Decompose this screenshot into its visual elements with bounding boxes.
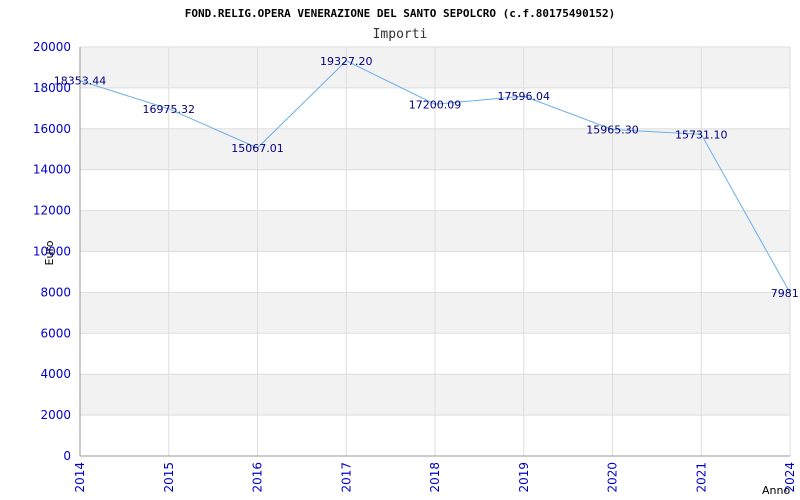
data-label: 17200.09 (409, 98, 462, 111)
x-tick-label: 2019 (517, 462, 531, 493)
y-tick-label: 20000 (33, 40, 71, 54)
data-label: 15965.30 (586, 124, 639, 137)
x-tick-label: 2016 (251, 462, 265, 493)
y-tick-label: 8000 (40, 285, 71, 299)
chart-subtitle: Importi (373, 27, 428, 42)
x-tick-labels: 2014 2015 2016 2017 2018 2019 2020 2021 2024 (73, 462, 797, 493)
chart-title: FOND.RELIG.OPERA VENERAZIONE DEL SANTO S… (185, 7, 615, 20)
x-tick-label: 2020 (606, 462, 620, 493)
data-label: 19327.20 (320, 55, 373, 68)
x-axis-label: Anno (762, 484, 790, 497)
x-tick-label: 2021 (694, 462, 708, 493)
x-tick-label: 2017 (339, 462, 353, 493)
data-label: 15731.10 (675, 128, 728, 141)
data-label: 18353.44 (54, 75, 107, 88)
y-tick-label: 2000 (40, 408, 71, 422)
x-tick-label: 2014 (73, 462, 87, 493)
data-label: 17596.04 (498, 90, 551, 103)
y-tick-label: 14000 (33, 163, 71, 177)
y-tick-label: 12000 (33, 204, 71, 218)
line-chart: FOND.RELIG.OPERA VENERAZIONE DEL SANTO S… (33, 7, 800, 497)
x-tick-label: 2018 (428, 462, 442, 493)
x-tick-label: 2015 (162, 462, 176, 493)
data-labels: 18353.44 16975.32 15067.01 19327.20 17200.09… (54, 55, 800, 300)
y-axis-label: Euro (43, 240, 56, 265)
data-label: 15067.01 (231, 142, 284, 155)
y-tick-label: 16000 (33, 122, 71, 136)
data-label: 16975.32 (143, 103, 196, 116)
y-tick-label: 4000 (40, 367, 71, 381)
y-tick-label: 0 (63, 449, 71, 463)
data-label: 7981.9 (771, 287, 800, 300)
y-tick-label: 6000 (40, 326, 71, 340)
